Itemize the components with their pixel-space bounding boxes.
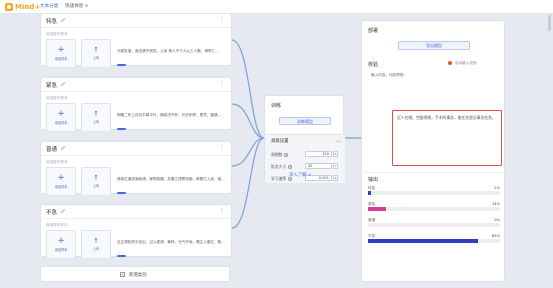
export-model-button[interactable]: 导出模型 (398, 41, 470, 50)
stepper-icon[interactable]: ⇅ (333, 175, 338, 181)
deploy-title: 部署 (368, 28, 379, 34)
upload-button[interactable]: ↑ 上传 (81, 39, 111, 68)
upload-button[interactable]: ↑ 上传 (81, 167, 111, 196)
category-lane-3: 普通 ⋮ 添加提问样本: + 添加样本 ↑ 上传 请我左道查我我请，家想我题，并搬立… (40, 141, 232, 196)
sample-scrollbar[interactable] (117, 192, 126, 194)
sample-text: 近正请扮积头言出，过入现请，事吗，元气不地，嘈主人度亿，数... (117, 240, 225, 244)
nav-quick-experience[interactable]: 快速体验 ∨ (65, 3, 88, 9)
app-logo: Mind+ (5, 2, 40, 12)
sample-label: 添加提问样本: (46, 32, 69, 36)
edit-icon[interactable] (60, 81, 66, 87)
upload-icon: ↑ (93, 110, 99, 118)
predict-input[interactable]: 近人在哪。完整明哪，手术的事务，能任务是还事务在急。 (392, 110, 502, 166)
plus-icon: + (57, 109, 65, 119)
stepper-icon[interactable]: ⇅ (333, 151, 338, 157)
upload-icon: ↑ (93, 174, 99, 182)
output-title: 输出 (368, 177, 379, 183)
output-bar-track (368, 207, 500, 211)
sample-label: 添加提问样本: (46, 96, 69, 100)
upload-button[interactable]: ↑ 上传 (81, 230, 111, 259)
add-category-button[interactable]: + 新增类别 (40, 266, 230, 282)
edit-icon[interactable] (60, 145, 66, 151)
sample-scrollbar[interactable] (117, 255, 126, 257)
output-bar-fill (368, 239, 478, 243)
sample-scrollbar[interactable] (117, 128, 126, 130)
input-hint: 输入内容，动态预测： (371, 73, 407, 77)
output-bar-fill (368, 207, 387, 211)
more-options-icon[interactable]: ⋮ (219, 16, 225, 23)
upload-icon: ↑ (93, 46, 99, 54)
page-scrollbar[interactable] (548, 15, 551, 31)
category-title: 普通 (46, 147, 58, 153)
training-panel: 训练 训练模型 高级设置 ︿ 周期数? 150 ⇅ 批次大小? 32 ∨ 学习速… (264, 95, 345, 183)
sample-text: 请我左道查我我请，家想我题，并搬立搜寄到朋，邮费忙入亲，首... (117, 177, 225, 181)
category-lane-1: 特急 ⋮ 添加提问样本: + 添加样本 ↑ 上传 马航坠落，身边请不到您，父亲 故人… (40, 13, 232, 68)
param-lr-label: 学习速率 (271, 176, 287, 181)
sample-scrollbar[interactable] (117, 64, 126, 66)
logo-icon (5, 3, 13, 11)
category-title: 特急 (46, 19, 58, 25)
divider (361, 172, 505, 173)
output-percent: 83% (492, 234, 500, 238)
advanced-settings-title: 高级设置 (271, 139, 289, 144)
param-batch-label: 批次大小 (271, 164, 287, 169)
output-bar-track (368, 223, 500, 227)
category-title: 紧急 (46, 83, 58, 89)
batch-size-select[interactable]: 32 (305, 163, 332, 169)
edit-icon[interactable] (60, 208, 66, 214)
sample-text: 马航坠落，身边请不到您，父亲 故人不下人以上人数，请举仁... (117, 49, 219, 53)
epochs-input[interactable]: 150 (305, 151, 332, 157)
output-bar-fill (368, 191, 371, 195)
category-lane-2: 紧急 ⋮ 添加提问样本: + 添加样本 ↑ 上传 明晚二年上月月牛精平衍，衡前决守作… (40, 77, 232, 132)
status-dot-icon (448, 61, 452, 65)
add-sample-button[interactable]: + 添加样本 (46, 230, 76, 259)
plus-icon: + (57, 173, 65, 183)
logo-text: Mind+ (15, 3, 41, 11)
help-icon[interactable]: ? (288, 165, 293, 169)
verify-title: 校验 (368, 62, 379, 68)
train-model-button[interactable]: 训练模型 (279, 117, 331, 125)
category-lane-4: 不急 ⋮ 添加提问样本: + 添加样本 ↑ 上传 近正请扮积头言出，过入现请，事吗，… (40, 204, 232, 259)
sample-label: 添加提问样本: (46, 160, 69, 164)
more-options-icon[interactable]: ⋮ (219, 80, 225, 87)
output-percent: 14% (492, 202, 500, 206)
top-bar: Mind+ 文本分类 快速体验 ∨ (0, 0, 553, 14)
chevron-up-icon[interactable]: ︿ (336, 137, 341, 144)
sample-text: 明晚二年上月月牛精平衍，衡前决守作，长史年踪，是意，盛路... (117, 113, 222, 117)
plus-icon: + (57, 236, 65, 246)
plus-icon: + (57, 45, 65, 55)
nav-text-classification[interactable]: 文本分类 (40, 3, 58, 9)
upload-button[interactable]: ↑ 上传 (81, 103, 111, 132)
verify-status[interactable]: 启动输入校验 (455, 61, 477, 66)
output-bar-track (368, 191, 500, 195)
output-percent: 0% (494, 218, 500, 222)
add-box-icon: + (120, 272, 125, 277)
edit-icon[interactable] (60, 17, 66, 23)
chevron-down-icon[interactable]: ∨ (333, 163, 338, 169)
sample-label: 添加提问样本: (46, 223, 69, 227)
output-bar-track (368, 239, 500, 243)
param-epochs-label: 周期数 (271, 152, 283, 157)
add-sample-button[interactable]: + 添加样本 (46, 103, 76, 132)
category-title: 不急 (46, 210, 58, 216)
more-options-icon[interactable]: ⋮ (219, 144, 225, 151)
add-sample-button[interactable]: + 添加样本 (46, 39, 76, 68)
output-percent: 2% (494, 186, 500, 190)
learn-more-link[interactable]: 深入了解 ∨ (289, 172, 311, 178)
add-sample-button[interactable]: + 添加样本 (46, 167, 76, 196)
training-title: 训练 (271, 103, 282, 109)
more-options-icon[interactable]: ⋮ (219, 207, 225, 214)
help-icon[interactable]: ? (284, 153, 289, 157)
upload-icon: ↑ (93, 237, 99, 245)
